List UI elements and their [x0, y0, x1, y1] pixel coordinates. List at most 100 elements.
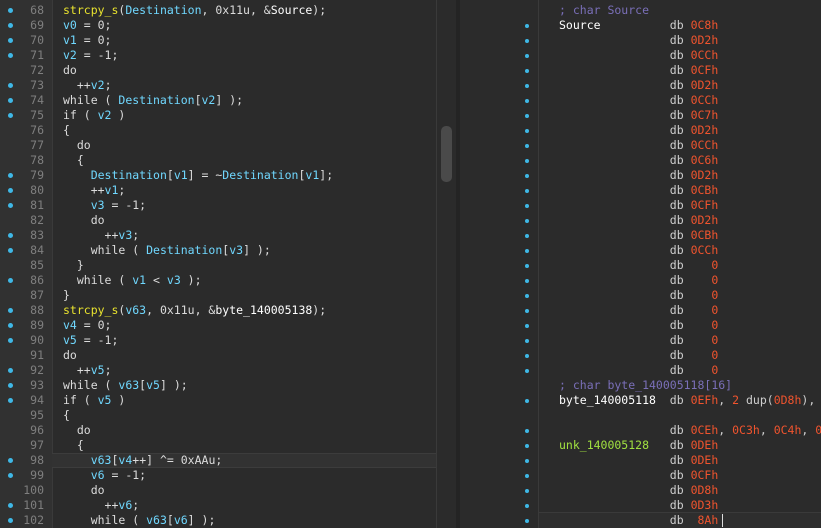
code-line[interactable]: do [63, 213, 105, 228]
operand-text: 0D2h [690, 123, 719, 137]
disassembly-row[interactable]: Source db 0C8h [559, 18, 718, 33]
line-number: 70 [30, 33, 44, 47]
disassembly-row[interactable] [559, 408, 566, 423]
code-line[interactable]: v6 = -1; [63, 468, 146, 483]
disassembly-row[interactable]: db 0CCh [559, 138, 719, 153]
disassembly-row[interactable]: db 0D2h [559, 123, 719, 138]
code-line[interactable]: { [63, 408, 70, 423]
marker-dot-icon [525, 264, 529, 268]
code-token: v3 [229, 243, 244, 257]
code-line[interactable]: while ( Destination[v2] ); [63, 93, 243, 108]
disassembly-pane[interactable]: ; char Source Source db 0C8h db 0D2h db 0… [460, 0, 821, 528]
operand-text: 0D2h [690, 213, 719, 227]
line-number: 95 [30, 408, 44, 422]
code-line[interactable]: v1 = 0; [63, 33, 111, 48]
code-token: Destination [90, 168, 167, 182]
disassembly-row[interactable]: db 0D3h [559, 498, 719, 513]
disassembly-row[interactable]: db 0 [559, 273, 719, 288]
code-line[interactable]: do [63, 483, 105, 498]
code-token: v63 [146, 513, 167, 527]
disassembly-row[interactable]: db 0CEh, 0C3h, 0C4h, 0 [559, 423, 821, 438]
code-line[interactable]: while ( v1 < v3 ); [63, 273, 202, 288]
disassembly-row[interactable]: db 0DEh [559, 453, 719, 468]
code-line[interactable]: } [63, 258, 84, 273]
operand-text: db [559, 48, 691, 62]
code-token: do [63, 348, 77, 362]
disassembly-row[interactable]: db 0CCh [559, 93, 719, 108]
code-line[interactable]: { [63, 153, 84, 168]
disassembly-row[interactable]: ; char byte_140005118[16] [559, 378, 732, 393]
disassembly-row[interactable]: db 8Ah [559, 513, 724, 528]
pseudocode-scrollbar[interactable] [436, 0, 457, 528]
disassembly-row[interactable]: db 0CCh [559, 243, 719, 258]
code-line[interactable]: do [63, 138, 91, 153]
code-line[interactable]: if ( v2 ) [63, 108, 125, 123]
disassembly-row[interactable]: db 0 [559, 348, 719, 363]
code-line[interactable]: Destination[v1] = ~Destination[v1]; [63, 168, 333, 183]
disassembly-row[interactable]: db 0CBh [559, 228, 719, 243]
disassembly-row[interactable]: db 0D8h [559, 483, 719, 498]
disassembly-row[interactable]: db 0D2h [559, 33, 719, 48]
pseudocode-pane[interactable]: 68 strcpy_s(Destination, 0x11u, &Source);… [0, 0, 436, 528]
code-token: v6 [173, 513, 188, 527]
line-number: 76 [30, 123, 44, 137]
operand-text: 0CCh [690, 138, 719, 152]
disassembly-row[interactable]: db 0 [559, 363, 719, 378]
disassembly-row[interactable]: db 0CFh [559, 198, 719, 213]
scrollbar-thumb[interactable] [441, 126, 452, 182]
code-line[interactable]: v4 = 0; [63, 318, 111, 333]
code-line[interactable]: do [63, 348, 77, 363]
disassembly-row[interactable]: db 0 [559, 288, 719, 303]
marker-dot-icon [525, 369, 529, 373]
disassembly-row[interactable]: db 0 [559, 318, 719, 333]
code-line[interactable]: { [63, 123, 70, 138]
disassembly-row[interactable]: ; char Source [559, 3, 649, 18]
code-line[interactable]: ++v1; [63, 183, 126, 198]
disassembly-row[interactable]: unk_140005128 db 0DEh [559, 438, 718, 453]
code-line[interactable]: ++v3; [63, 228, 140, 243]
disassembly-row[interactable]: db 0D2h [559, 78, 719, 93]
code-line[interactable]: while ( v63[v5] ); [63, 378, 188, 393]
code-line[interactable]: do [63, 423, 91, 438]
code-line[interactable]: while ( v63[v6] ); [63, 513, 216, 528]
code-line[interactable]: ++v5; [63, 363, 112, 378]
code-line[interactable]: while ( Destination[v3] ); [63, 243, 271, 258]
disassembly-row[interactable]: db 0CFh [559, 468, 719, 483]
code-token: do [63, 483, 105, 497]
operand-text: 0 [711, 318, 719, 332]
disassembly-row[interactable]: db 0C7h [559, 108, 719, 123]
disassembly-row[interactable]: db 0CCh [559, 48, 719, 63]
code-line[interactable]: ++v2; [63, 78, 112, 93]
code-token: Source [270, 3, 313, 17]
disassembly-row[interactable]: db 0CBh [559, 183, 719, 198]
code-line[interactable]: } [63, 288, 70, 303]
disassembly-row[interactable]: byte_140005118 db 0EFh, 2 dup(0D8h), [559, 393, 815, 408]
code-line[interactable]: v3 = -1; [63, 198, 146, 213]
code-line[interactable]: v2 = -1; [63, 48, 118, 63]
code-line[interactable]: strcpy_s(Destination, 0x11u, &Source); [63, 3, 326, 18]
line-number: 68 [30, 3, 44, 17]
code-line[interactable]: strcpy_s(v63, 0x11u, &byte_140005138); [63, 303, 326, 318]
code-line[interactable]: v5 = -1; [63, 333, 118, 348]
disassembly-row[interactable]: db 0D2h [559, 213, 719, 228]
code-line[interactable]: v0 = 0; [63, 18, 111, 33]
disassembly-row[interactable]: db 0C6h [559, 153, 719, 168]
code-line[interactable]: v63[v4++] ^= 0xAAu; [63, 453, 223, 468]
disassembly-row[interactable]: db 0CFh [559, 63, 719, 78]
code-line[interactable]: if ( v5 ) [63, 393, 125, 408]
line-number: 69 [30, 18, 44, 32]
code-token: while ( [63, 93, 119, 107]
disassembly-row[interactable]: db 0 [559, 258, 719, 273]
code-token: [ [166, 513, 174, 527]
code-line[interactable]: { [63, 438, 84, 453]
operand-text: 0C7h [690, 108, 719, 122]
code-token: if ( [63, 393, 98, 407]
marker-dot-icon [525, 69, 529, 73]
disassembly-row[interactable]: db 0 [559, 333, 719, 348]
disassembly-row[interactable]: db 0D2h [559, 168, 719, 183]
code-line[interactable]: do [63, 63, 77, 78]
code-line[interactable]: ++v6; [63, 498, 140, 513]
disassembly-row[interactable]: db 0 [559, 303, 719, 318]
